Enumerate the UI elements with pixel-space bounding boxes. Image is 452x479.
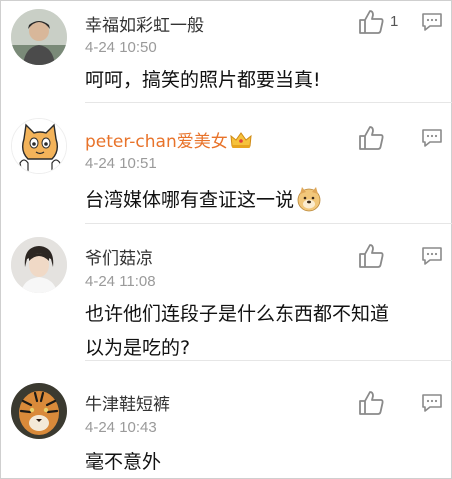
comment-text: 台湾媒体哪有查证这一说	[85, 183, 435, 217]
avatar[interactable]	[11, 237, 67, 293]
comment-text-content: 台湾媒体哪有查证这一说	[85, 189, 295, 211]
comment-reply-icon[interactable]	[421, 12, 443, 32]
thumbs-up-icon[interactable]	[357, 125, 385, 151]
cat-cartoon-avatar-icon	[12, 119, 66, 173]
username[interactable]: peter-chan爱美女	[85, 127, 252, 152]
comment-text: 呵呵，搞笑的照片都要当真!	[85, 69, 321, 91]
crown-vip-icon	[230, 132, 252, 148]
thumbs-up-icon[interactable]	[357, 390, 385, 416]
comment-text-line: 也许他们连段子是什么东西都不知道	[85, 303, 390, 325]
avatar[interactable]	[11, 383, 67, 439]
photo-avatar-icon	[11, 9, 67, 65]
comment-item: peter-chan爱美女 4-24 10:51 台湾媒体哪有查证这一说	[1, 104, 452, 224]
comment-item: 牛津鞋短裤 4-24 10:43 毫不意外	[1, 361, 452, 479]
comment-reply-icon[interactable]	[421, 393, 443, 413]
username[interactable]: 牛津鞋短裤	[85, 390, 170, 415]
divider	[85, 102, 452, 103]
doge-emoji-icon	[297, 187, 321, 212]
girl-photo-avatar-icon	[11, 237, 67, 293]
username[interactable]: 幸福如彩虹一般	[85, 11, 204, 36]
username[interactable]: 爷们菇凉	[85, 244, 153, 269]
username-text: peter-chan爱美女	[85, 132, 228, 152]
comment-text: 也许他们连段子是什么东西都不知道 以为是吃的?	[85, 297, 435, 365]
comment-list: 幸福如彩虹一般 4-24 10:50 呵呵，搞笑的照片都要当真! 1 peter…	[0, 0, 452, 479]
timestamp: 4-24 11:08	[85, 273, 156, 290]
timestamp: 4-24 10:43	[85, 419, 157, 436]
comment-item: 爷们菇凉 4-24 11:08 也许他们连段子是什么东西都不知道 以为是吃的?	[1, 224, 452, 361]
comment-reply-icon[interactable]	[421, 128, 443, 148]
comment-reply-icon[interactable]	[421, 246, 443, 266]
thumbs-up-icon[interactable]	[357, 243, 385, 269]
tiger-avatar-icon	[11, 383, 67, 439]
comment-text: 毫不意外	[85, 451, 162, 473]
like-count: 1	[390, 13, 399, 30]
comment-item: 幸福如彩虹一般 4-24 10:50 呵呵，搞笑的照片都要当真! 1	[1, 1, 452, 104]
timestamp: 4-24 10:51	[85, 155, 157, 172]
timestamp: 4-24 10:50	[85, 39, 157, 56]
avatar[interactable]	[11, 118, 67, 174]
avatar[interactable]	[11, 9, 67, 65]
thumbs-up-icon[interactable]	[357, 9, 385, 35]
